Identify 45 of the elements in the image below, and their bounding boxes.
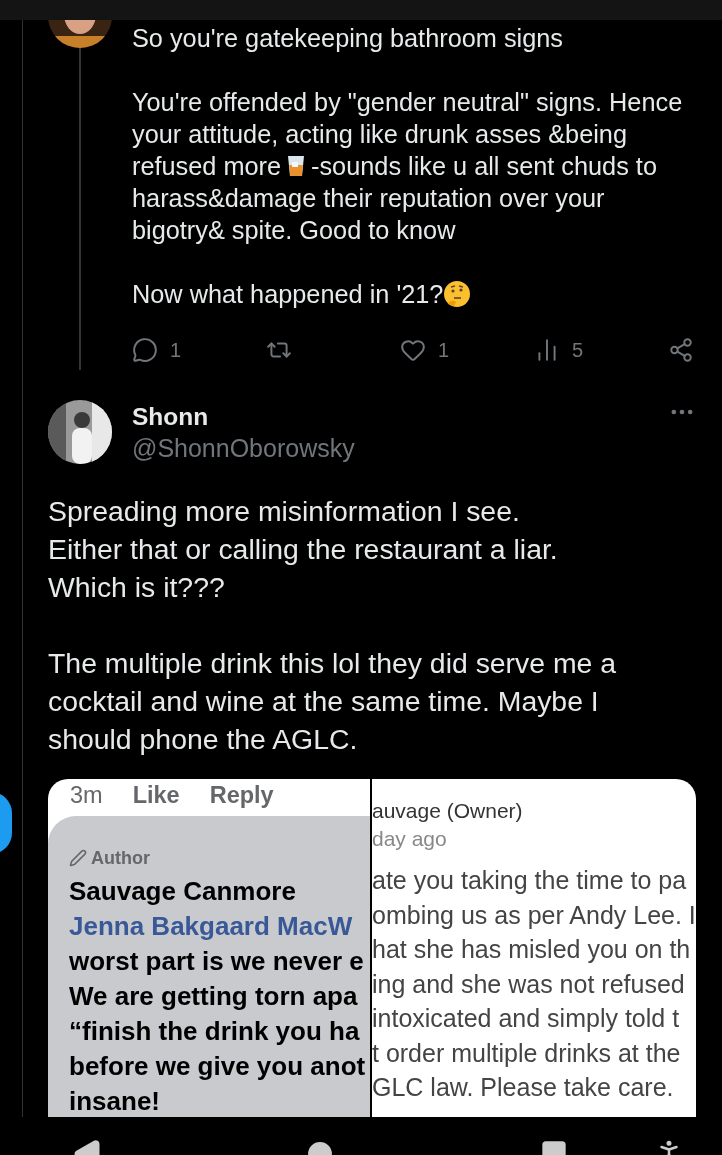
author-label: Author xyxy=(91,847,150,870)
display-name[interactable]: Shonn xyxy=(132,402,668,432)
review-text: intoxicated and simply told t xyxy=(372,1003,681,1034)
tweet-text: The multiple drink this lol they did serve me a xyxy=(48,646,618,681)
review-text: GLC law. Please take care. xyxy=(372,1072,675,1103)
tweet-text: cocktail and wine at the same time. Maybe I xyxy=(48,684,600,719)
tweet-text: You're offended by "gender neutral" signs. Hence xyxy=(132,87,683,118)
review-author: auvage (Owner) xyxy=(372,798,524,824)
comment-text: “finish the drink you ha xyxy=(69,1015,361,1048)
review-text: t order multiple drinks at the xyxy=(372,1037,682,1069)
review-time: day ago xyxy=(372,826,448,852)
action-count: 1 xyxy=(438,338,450,363)
tweet-text: bigotry& spite. Good to know xyxy=(132,215,456,246)
comment-text: worst part is we never e xyxy=(69,945,365,978)
review-text: ate you taking the time to pa xyxy=(372,865,688,896)
comment-text: insane! xyxy=(69,1085,162,1118)
tweet-text: So you're gatekeeping bathroom signs xyxy=(132,23,563,54)
reply-icon[interactable] xyxy=(132,337,158,363)
tweet-text: harass&damage their reputation over your xyxy=(132,183,605,214)
share-icon[interactable] xyxy=(668,337,694,363)
comment-meta: Like xyxy=(132,781,180,810)
like-icon[interactable] xyxy=(400,337,426,363)
tweet-text: Now what happened in '21? xyxy=(132,279,444,310)
tweet-text: Spreading more misinformation I see. xyxy=(48,494,521,529)
action-count: 5 xyxy=(572,338,584,363)
attached-screenshot[interactable] xyxy=(48,779,696,1119)
user-handle[interactable]: @ShonnOborowsky xyxy=(132,432,668,464)
comment-text: before we give you anot xyxy=(69,1050,367,1083)
comment-meta: Reply xyxy=(209,781,274,810)
review-text: hat she has misled you on th xyxy=(372,934,692,965)
tweet-text: refused more xyxy=(132,151,282,182)
thinking-face-icon xyxy=(443,280,472,308)
action-count: 1 xyxy=(170,338,182,363)
tweet-text: your attitude, acting like drunk asses &being xyxy=(132,119,627,150)
comment-text: We are getting torn apa xyxy=(69,980,359,1013)
review-text: ombing us as per Andy Lee. I xyxy=(372,899,696,931)
tweet-text: should phone the AGLC. xyxy=(48,722,359,757)
mention-link: Jenna Bakgaard MacW xyxy=(69,910,354,943)
comment-author: Sauvage Canmore xyxy=(69,875,297,908)
tweet-text: Which is it??? xyxy=(48,570,226,605)
review-text: ing and she was not refused xyxy=(372,968,686,1000)
comment-meta: 3m xyxy=(70,781,103,810)
tweet-text: -sounds like u all sent chuds to xyxy=(311,151,657,182)
tweet-text: Either that or calling the restaurant a liar. xyxy=(48,532,559,567)
pen-icon xyxy=(69,849,87,867)
